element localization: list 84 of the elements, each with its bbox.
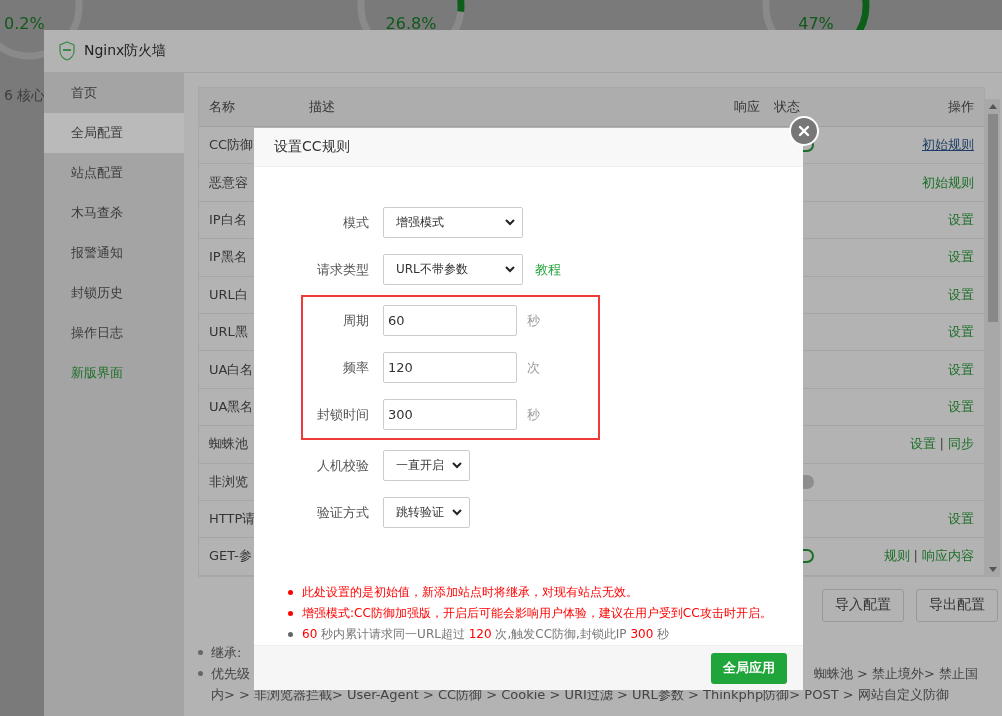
select-field[interactable]: 增强模式: [383, 207, 523, 239]
gauge-value: 0.2%: [4, 14, 45, 33]
table-cell: IP黑名: [209, 249, 247, 265]
bullet-icon: [198, 670, 203, 676]
action-link[interactable]: 设置: [909, 436, 936, 452]
gauge-value: 26.8%: [384, 14, 438, 33]
field-label: 周期: [342, 312, 369, 330]
scroll-up-icon: [988, 104, 997, 109]
sidebar-item[interactable]: 报警通知: [44, 233, 184, 273]
action-link[interactable]: 设置: [948, 249, 974, 265]
note-text: 优先级: [211, 664, 250, 683]
column-header: 名称: [209, 99, 235, 114]
config-button[interactable]: 导出配置: [916, 588, 998, 622]
chevron-icon: [505, 219, 515, 227]
input-field[interactable]: 120: [383, 352, 517, 384]
scroll-down-icon: [988, 566, 997, 572]
core-count: 6 核心: [4, 87, 46, 105]
chevron-icon: [452, 462, 462, 470]
hint-text: 60 秒内累计请求同一URL超过 120 次,触发CC防御,封锁此IP 300 秒: [302, 626, 670, 644]
field-label: 人机校验: [316, 457, 369, 475]
scrollbar[interactable]: [985, 99, 1000, 577]
input-field[interactable]: 300: [383, 399, 517, 431]
note-text: 蜘蛛池 > 禁止境外> 禁止国: [813, 664, 978, 683]
action-link[interactable]: 规则: [883, 548, 910, 564]
unit-label: 秒: [527, 406, 540, 424]
table-cell: 非浏览: [209, 473, 248, 489]
table-cell: GET-参: [209, 548, 252, 564]
table-cell: UA黑名: [209, 398, 254, 414]
config-button[interactable]: 导入配置: [822, 588, 904, 622]
sidebar-item[interactable]: 操作日志: [44, 313, 184, 353]
tutorial-link[interactable]: 教程: [535, 261, 561, 279]
table-cell: 蜘蛛池: [209, 436, 248, 452]
apply-button[interactable]: 全局应用: [711, 652, 787, 684]
action-link[interactable]: 初始规则: [922, 137, 974, 153]
shield-icon: [58, 41, 76, 61]
window-title: Nginx防火墙: [84, 42, 167, 60]
unit-label: 次: [527, 359, 540, 377]
action-link[interactable]: 设置: [948, 211, 974, 227]
chevron-icon: [505, 266, 515, 274]
table-cell: HTTP请: [209, 511, 256, 527]
table-cell: CC防御: [209, 137, 254, 153]
sidebar-item[interactable]: 木马查杀: [44, 193, 184, 233]
action-link[interactable]: 设置: [948, 511, 974, 527]
field-label: 验证方式: [316, 504, 369, 522]
action-link[interactable]: 设置: [948, 286, 974, 302]
chevron-icon: [452, 509, 462, 517]
sidebar-item[interactable]: 站点配置: [44, 153, 184, 193]
field-label: 封锁时间: [316, 406, 369, 424]
table-cell: IP白名: [209, 211, 247, 227]
sidebar-item[interactable]: 封锁历史: [44, 273, 184, 313]
field-label: 请求类型: [316, 261, 369, 279]
hint-text: 增强模式:CC防御加强版，开启后可能会影响用户体验，建议在用户受到CC攻击时开启。: [302, 605, 772, 623]
field-label: 模式: [342, 214, 369, 232]
field-label: 频率: [342, 359, 369, 377]
select-field[interactable]: 一直开启: [383, 450, 470, 482]
action-link[interactable]: 同步: [948, 436, 974, 452]
select-field[interactable]: URL不带参数: [383, 254, 523, 286]
select-field[interactable]: 跳转验证: [383, 497, 470, 529]
unit-label: 秒: [527, 312, 540, 330]
separator-text: |: [939, 436, 944, 452]
action-link[interactable]: 设置: [948, 398, 974, 414]
note-text: 继承:: [211, 643, 242, 662]
sidebar-item[interactable]: 首页: [44, 73, 184, 113]
table-cell: URL黑: [209, 324, 248, 340]
input-field[interactable]: 60: [383, 305, 517, 337]
gauge-value: 47%: [797, 14, 835, 33]
action-link[interactable]: 初始规则: [922, 174, 974, 190]
sidebar-item[interactable]: 新版界面: [44, 353, 184, 393]
table-cell: URL白: [209, 286, 248, 302]
action-link[interactable]: 设置: [948, 324, 974, 340]
action-link[interactable]: 设置: [948, 361, 974, 377]
close-icon: [798, 125, 810, 137]
column-header: 响应: [734, 99, 760, 114]
dialog-title: 设置CC规则: [274, 138, 350, 157]
table-cell: UA白名: [209, 361, 254, 377]
sidebar-item[interactable]: 全局配置: [44, 113, 184, 153]
column-header: 状态: [774, 98, 800, 116]
hint-text: 此处设置的是初始值，新添加站点时将继承，对现有站点无效。: [302, 584, 638, 602]
action-link[interactable]: 响应内容: [922, 548, 974, 564]
table-cell: 恶意容: [209, 174, 248, 190]
column-header: 描述: [309, 99, 335, 114]
column-header: 操作: [948, 99, 974, 114]
bullet-icon: [198, 649, 203, 655]
separator-text: |: [913, 548, 918, 564]
